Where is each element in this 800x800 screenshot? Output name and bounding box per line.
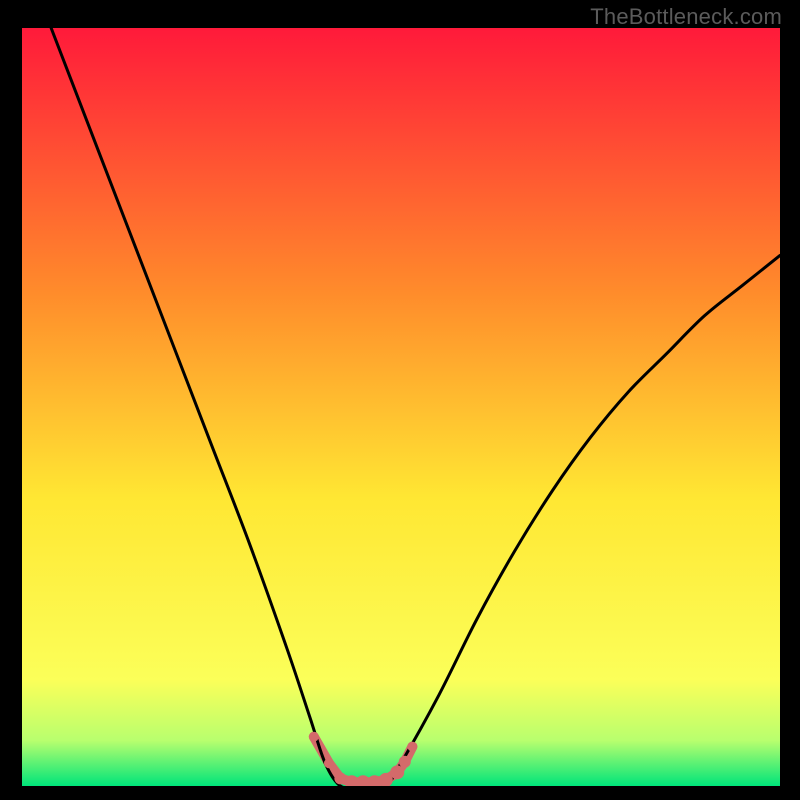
- plot-area: [22, 28, 780, 786]
- chart-svg: [22, 28, 780, 786]
- chart-frame: TheBottleneck.com: [0, 0, 800, 800]
- marker-dot: [407, 742, 417, 752]
- marker-dot: [390, 765, 404, 779]
- marker-dot: [334, 772, 346, 784]
- marker-dot: [324, 758, 334, 768]
- gradient-background: [22, 28, 780, 786]
- marker-dot: [399, 756, 411, 768]
- watermark-text: TheBottleneck.com: [590, 4, 782, 30]
- marker-dot: [309, 732, 319, 742]
